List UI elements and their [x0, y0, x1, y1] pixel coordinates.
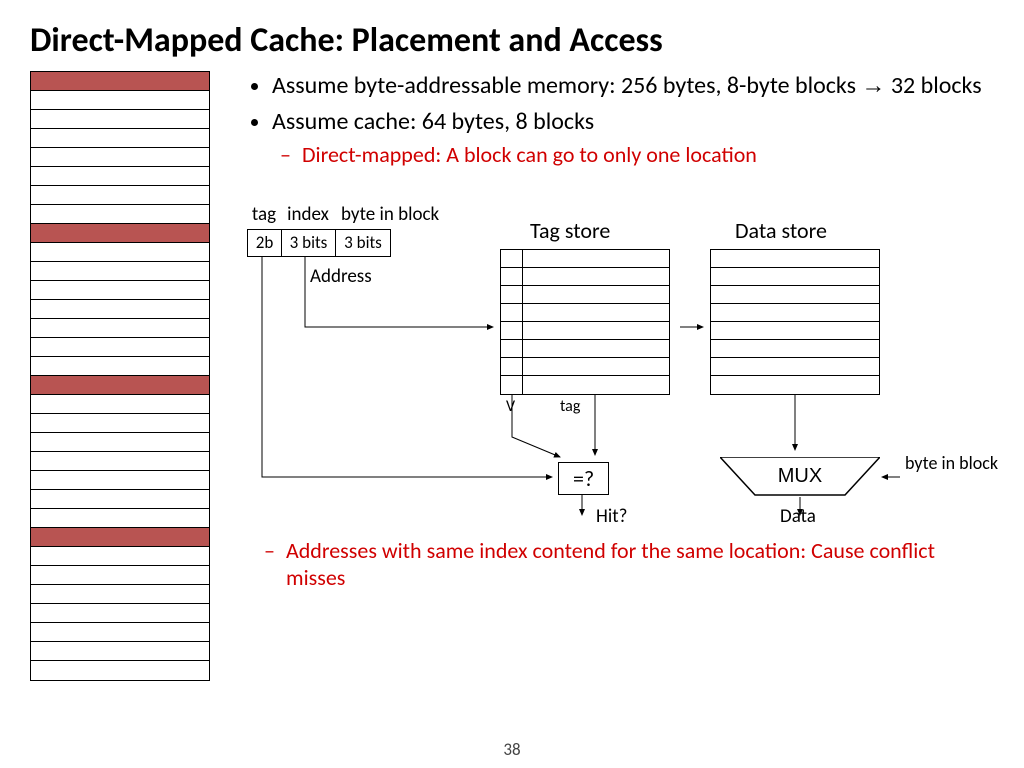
addr-label-byte: byte in block — [335, 203, 455, 226]
memory-row — [31, 566, 209, 585]
memory-row — [31, 585, 209, 604]
memory-row — [31, 528, 209, 547]
address-title: Address — [310, 265, 372, 288]
bullet-1-pre: Assume byte-addressable memory: 256 byte… — [272, 71, 861, 100]
memory-row — [31, 72, 209, 91]
datastore-row — [711, 358, 879, 376]
memory-row — [31, 338, 209, 357]
right-column: Assume byte-addressable memory: 256 byte… — [240, 71, 994, 681]
tagstore-v-label: V — [506, 397, 515, 416]
tagstore-tag-label: tag — [560, 397, 580, 416]
bullet-2: Assume cache: 64 bytes, 8 blocks Direct-… — [272, 107, 994, 169]
memory-row — [31, 604, 209, 623]
memory-row — [31, 490, 209, 509]
memory-row — [31, 205, 209, 224]
memory-row — [31, 433, 209, 452]
memory-row — [31, 186, 209, 205]
tagstore-row — [501, 250, 669, 268]
bullet-1: Assume byte-addressable memory: 256 byte… — [272, 71, 994, 101]
memory-row — [31, 129, 209, 148]
tagstore-title: Tag store — [530, 217, 610, 244]
datastore-row — [711, 286, 879, 304]
tagstore-row — [501, 304, 669, 322]
mux-shape: MUX — [720, 457, 880, 497]
data-out-label: Data — [780, 505, 816, 528]
sub-bullet-list: Direct-mapped: A block can go to only on… — [272, 141, 994, 169]
byte-in-block-label: byte in block — [905, 452, 998, 474]
tagstore-row — [501, 286, 669, 304]
bullet-list: Assume byte-addressable memory: 256 byte… — [250, 71, 994, 169]
memory-row — [31, 642, 209, 661]
datastore-row — [711, 304, 879, 322]
memory-row — [31, 281, 209, 300]
addr-cell-tag: 2b — [248, 230, 282, 256]
datastore-row — [711, 250, 879, 268]
datastore-table — [710, 249, 880, 395]
bullet-2-text: Assume cache: 64 bytes, 8 blocks — [272, 107, 594, 136]
hit-label: Hit? — [596, 505, 627, 528]
memory-row — [31, 395, 209, 414]
content-row: Assume byte-addressable memory: 256 byte… — [30, 71, 994, 681]
memory-row — [31, 623, 209, 642]
comparator-box: =? — [558, 462, 609, 495]
datastore-row — [711, 340, 879, 358]
memory-row — [31, 148, 209, 167]
tagstore-table — [500, 249, 670, 395]
memory-row — [31, 319, 209, 338]
memory-column — [30, 71, 210, 681]
memory-row — [31, 224, 209, 243]
arrow-icon: → — [861, 72, 885, 99]
mux-label: MUX — [778, 465, 822, 487]
tagstore-row — [501, 376, 669, 394]
memory-row — [31, 509, 209, 528]
memory-row — [31, 357, 209, 376]
tagstore-row — [501, 268, 669, 286]
addr-label-index: index — [281, 203, 335, 226]
page-number: 38 — [0, 739, 1024, 760]
memory-row — [31, 262, 209, 281]
diagram-area: tag index byte in block 2b 3 bits 3 bits… — [240, 187, 994, 587]
bottom-note: Addresses with same index contend for th… — [286, 537, 966, 592]
memory-row — [31, 471, 209, 490]
tagstore-row — [501, 340, 669, 358]
addr-label-tag: tag — [247, 203, 281, 226]
datastore-row — [711, 322, 879, 340]
addr-cell-index: 3 bits — [282, 230, 336, 256]
address-box: 2b 3 bits 3 bits — [247, 229, 391, 257]
memory-row — [31, 243, 209, 262]
memory-row — [31, 91, 209, 110]
memory-row — [31, 376, 209, 395]
mux: MUX — [720, 457, 880, 503]
memory-row — [31, 414, 209, 433]
tagstore-row — [501, 358, 669, 376]
datastore-row — [711, 376, 879, 394]
addr-cell-byte: 3 bits — [336, 230, 390, 256]
memory-row — [31, 167, 209, 186]
slide-title: Direct-Mapped Cache: Placement and Acces… — [30, 20, 994, 61]
memory-row — [31, 547, 209, 566]
memory-row — [31, 661, 209, 680]
datastore-title: Data store — [735, 217, 827, 244]
sub-bullet-1: Direct-mapped: A block can go to only on… — [302, 141, 994, 169]
bullet-1-post: 32 blocks — [885, 71, 981, 100]
datastore-row — [711, 268, 879, 286]
memory-row — [31, 110, 209, 129]
tagstore-row — [501, 322, 669, 340]
memory-row — [31, 452, 209, 471]
memory-row — [31, 300, 209, 319]
